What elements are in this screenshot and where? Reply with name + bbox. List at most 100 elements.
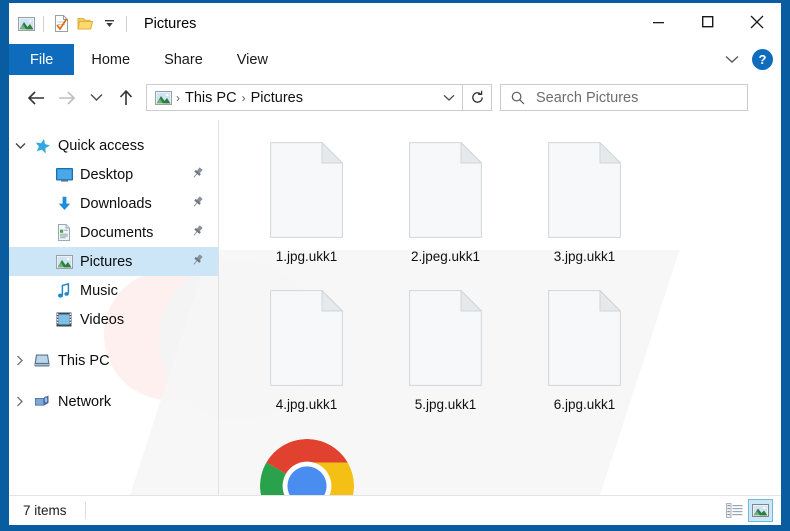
chevron-collapsed-icon[interactable] [9,396,31,407]
file-name-label: 1.jpg.ukk1 [275,249,338,264]
picture-icon[interactable] [14,12,38,36]
help-button[interactable]: ? [752,49,773,70]
sidebar-item-quick-access[interactable]: Quick access [9,131,218,160]
back-arrow-icon[interactable] [21,83,51,113]
file-name-label: 3.jpg.ukk1 [553,249,616,264]
quick-access-toolbar [9,12,132,36]
item-count-label: 7 items [23,503,67,518]
window-controls [634,3,781,41]
music-icon [53,282,75,300]
search-placeholder: Search Pictures [536,89,639,106]
address-bar-row: › This PC › Pictures Search Pictures [9,75,781,120]
blank-document-icon [548,141,622,238]
close-button[interactable] [732,3,781,41]
file-list-pane[interactable]: 1.jpg.ukk1 2.jpeg.ukk1 3.jpg.ukk1 4.jpg.… [219,120,781,495]
breadcrumb-pictures[interactable]: Pictures [247,90,307,106]
sidebar-item-pictures[interactable]: Pictures [9,247,218,276]
computer-icon [31,352,53,370]
breadcrumb-picture-icon[interactable] [152,90,175,105]
navigation-pane: Quick access Desktop Downloads Documents… [9,120,219,495]
minimize-button[interactable] [634,3,683,41]
sidebar-item-music[interactable]: Music [9,276,218,305]
main-area: risk.com Quick access [9,120,781,495]
sidebar-label-music: Music [80,282,118,299]
sidebar-label-videos: Videos [80,311,125,328]
blank-document-icon [270,141,344,238]
maximize-button[interactable] [683,3,732,41]
file-item[interactable]: Recovery_Instructions.html [237,434,376,495]
network-icon [31,393,53,411]
tab-view[interactable]: View [220,44,285,75]
properties-icon[interactable] [49,12,73,36]
window-title: Pictures [144,15,197,32]
sidebar-label-network: Network [58,393,112,410]
address-dropdown-icon[interactable] [436,85,462,110]
status-bar: 7 items [9,495,781,525]
pin-icon[interactable] [191,166,204,183]
file-item[interactable]: 4.jpg.ukk1 [237,286,376,434]
refresh-icon[interactable] [463,84,492,111]
pictures-icon [53,253,75,271]
chevron-down-icon[interactable] [721,49,743,71]
file-name-label: 2.jpeg.ukk1 [410,249,481,264]
desktop-icon [53,166,75,184]
up-arrow-icon[interactable] [111,83,141,113]
sidebar-label-quick-access: Quick access [58,137,145,154]
toolbar-separator [43,15,44,32]
view-mode-buttons [722,499,781,522]
breadcrumb-this-pc[interactable]: This PC [181,90,241,106]
tab-home[interactable]: Home [74,44,147,75]
toolbar-separator-2 [126,15,127,32]
documents-icon [53,224,75,242]
blank-document-icon [270,289,344,386]
title-bar: Pictures [9,3,781,44]
file-item[interactable]: 1.jpg.ukk1 [237,138,376,286]
forward-arrow-icon[interactable] [51,83,81,113]
chevron-collapsed-icon[interactable] [9,355,31,366]
sidebar-label-desktop: Desktop [80,166,134,183]
help-label: ? [758,52,767,67]
new-folder-icon[interactable] [73,12,97,36]
sidebar-item-this-pc[interactable]: This PC [9,346,218,375]
downloads-icon [53,195,75,213]
customize-dropdown-icon[interactable] [97,12,121,36]
ribbon-right-controls: ? [721,44,781,75]
pin-icon[interactable] [191,253,204,270]
recent-locations-dropdown-icon[interactable] [81,83,111,113]
file-explorer-window: Pictures File Home Share View ? › This P… [0,0,790,531]
file-item[interactable]: 6.jpg.ukk1 [515,286,654,434]
large-icons-view-button[interactable] [748,499,773,522]
ribbon-tab-bar: File Home Share View ? [9,44,781,75]
file-item[interactable]: 2.jpeg.ukk1 [376,138,515,286]
file-name-label: 5.jpg.ukk1 [414,397,477,412]
address-bar[interactable]: › This PC › Pictures [146,84,463,111]
ribbon-tabs: File Home Share View [9,44,285,75]
sidebar-item-network[interactable]: Network [9,387,218,416]
file-name-label: 4.jpg.ukk1 [275,397,338,412]
blank-document-icon [409,289,483,386]
details-view-button[interactable] [722,499,747,522]
pin-icon[interactable] [191,195,204,212]
pin-icon[interactable] [191,224,204,241]
star-icon [31,137,53,155]
search-icon [511,91,525,104]
status-divider [84,502,86,519]
sidebar-label-downloads: Downloads [80,195,152,212]
sidebar-item-videos[interactable]: Videos [9,305,218,334]
google-chrome-icon [259,438,355,495]
blank-document-icon [409,141,483,238]
sidebar-item-downloads[interactable]: Downloads [9,189,218,218]
tab-share[interactable]: Share [147,44,220,75]
search-input[interactable]: Search Pictures [500,84,748,111]
videos-icon [53,311,75,329]
sidebar-item-desktop[interactable]: Desktop [9,160,218,189]
file-item[interactable]: 3.jpg.ukk1 [515,138,654,286]
sidebar-item-documents[interactable]: Documents [9,218,218,247]
sidebar-label-this-pc: This PC [58,352,110,369]
file-item[interactable]: 5.jpg.ukk1 [376,286,515,434]
file-name-label: 6.jpg.ukk1 [553,397,616,412]
chevron-expanded-icon[interactable] [9,142,31,150]
tab-file[interactable]: File [9,44,75,75]
